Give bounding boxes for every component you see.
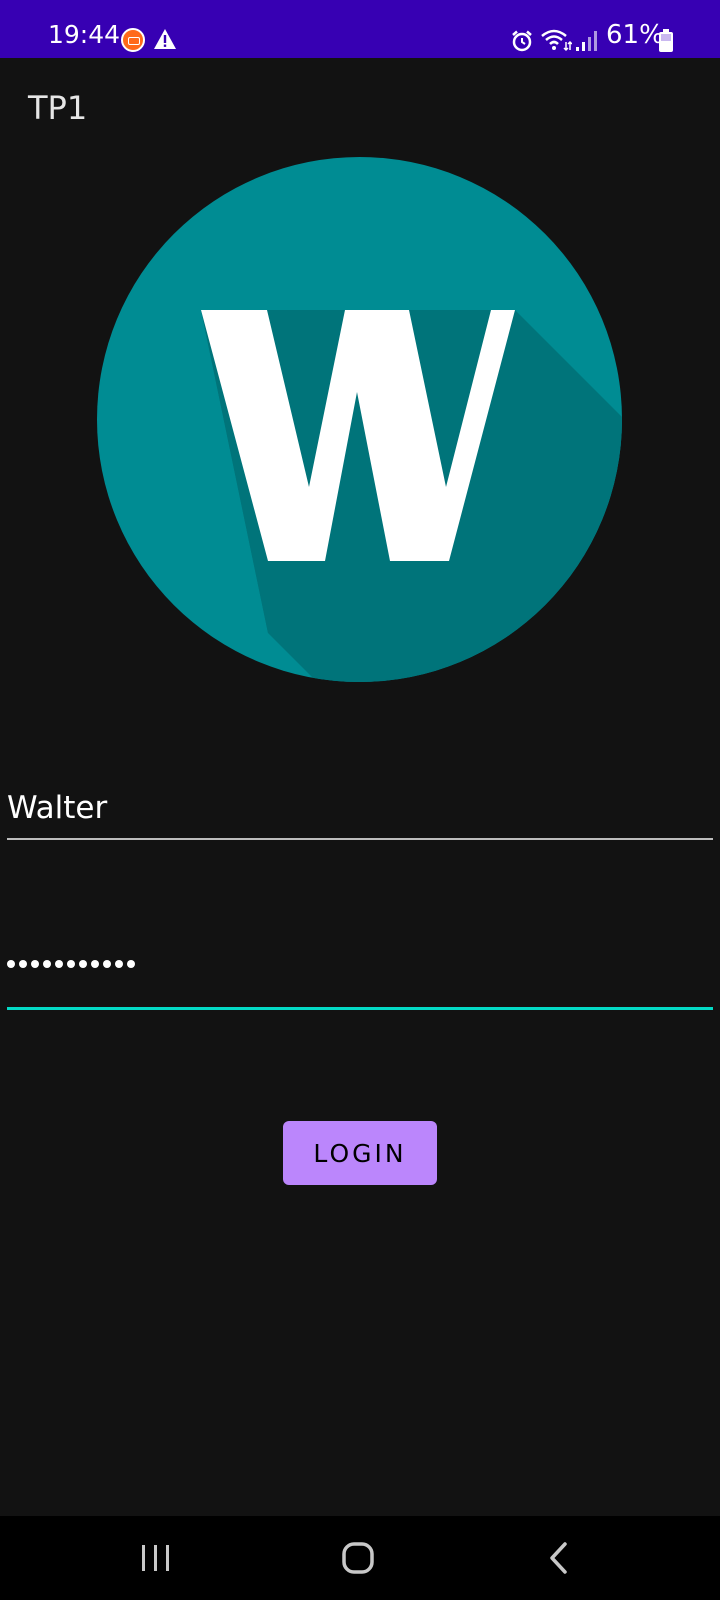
battery-percentage: 61%	[606, 20, 664, 50]
app-title: TP1	[28, 89, 88, 127]
status-time: 19:44	[48, 20, 121, 49]
password-mask-dot	[103, 960, 111, 968]
password-mask-dot	[31, 960, 39, 968]
signal-icon	[576, 31, 597, 51]
username-field[interactable]	[7, 780, 713, 840]
password-mask-dot	[55, 960, 63, 968]
password-mask-dot	[67, 960, 75, 968]
password-mask-dot	[91, 960, 99, 968]
login-screen: 19:44 61% TP1 Walter LOGIN	[0, 0, 720, 1600]
back-button[interactable]	[545, 1541, 573, 1575]
username-input[interactable]	[7, 780, 713, 836]
warning-icon	[154, 29, 176, 49]
home-button[interactable]	[341, 1541, 375, 1575]
password-mask-dot	[79, 960, 87, 968]
recents-button[interactable]	[139, 1543, 173, 1573]
battery-icon	[659, 29, 673, 52]
w-logo-image: W	[97, 157, 622, 682]
login-button[interactable]: LOGIN	[283, 1121, 437, 1185]
back-icon	[550, 1542, 567, 1574]
password-mask-dot	[19, 960, 27, 968]
password-field[interactable]	[7, 948, 713, 1010]
password-mask-dot	[115, 960, 123, 968]
username-underline	[7, 838, 713, 840]
navigation-bar	[0, 1516, 720, 1600]
home-icon	[342, 1542, 374, 1574]
status-bar: 19:44 61%	[0, 0, 720, 58]
app-notification-icon	[121, 28, 145, 52]
password-input[interactable]	[7, 960, 135, 968]
recents-icon	[142, 1545, 169, 1571]
wifi-icon	[541, 29, 572, 52]
alarm-icon	[512, 30, 532, 52]
password-mask-dot	[127, 960, 135, 968]
password-underline	[7, 1007, 713, 1010]
password-mask-dot	[7, 960, 15, 968]
password-mask-dot	[43, 960, 51, 968]
